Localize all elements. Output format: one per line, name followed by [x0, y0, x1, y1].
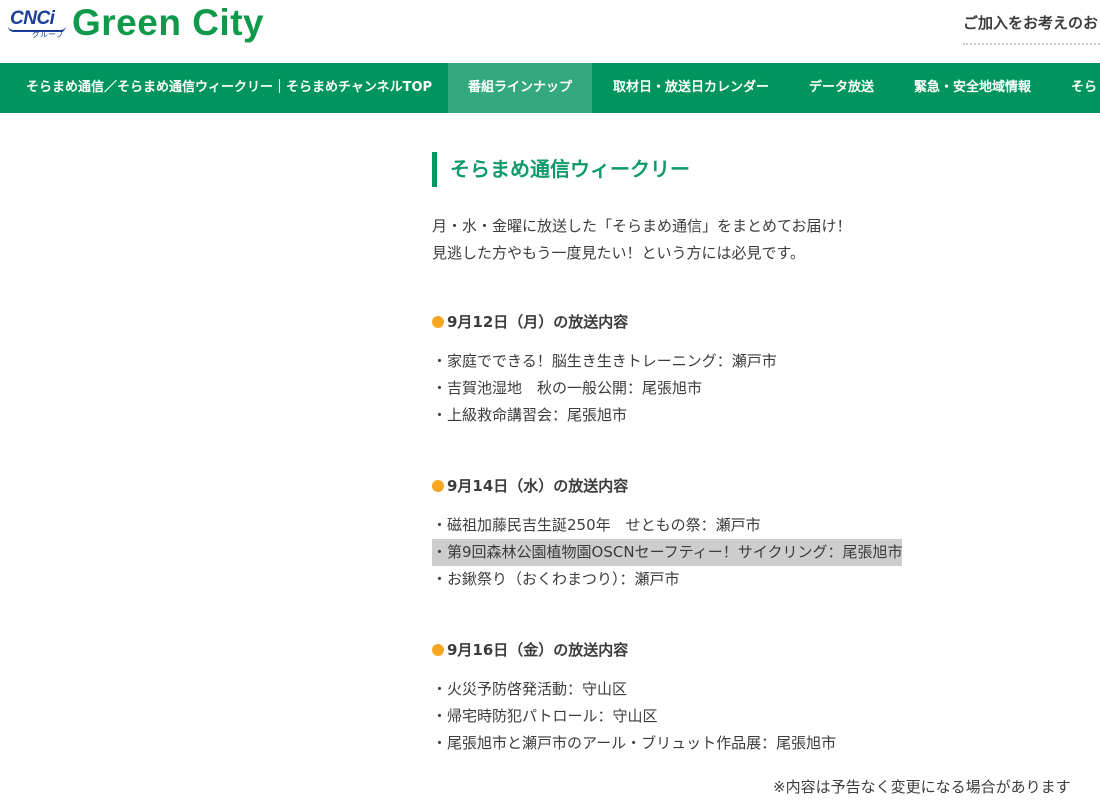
list-item: ・火災予防啓発活動：守山区 [432, 676, 1100, 703]
join-link[interactable]: ご加入をお考えのお [963, 12, 1098, 33]
bullet-dot-icon [432, 480, 444, 492]
main-content: そらまめ通信ウィークリー 月・水・金曜に放送した「そらまめ通信」をまとめてお届け… [432, 152, 1100, 757]
section-title-text: 9月12日（月）の放送内容 [447, 313, 629, 331]
program-list: ・家庭でできる！脳生き生きトレーニング：瀬戸市 ・吉賀池湿地 秋の一般公開：尾張… [432, 348, 1100, 429]
section-title: 9月12日（月）の放送内容 [432, 310, 1100, 334]
page-title: そらまめ通信ウィークリー [432, 152, 1100, 187]
cnci-logo-mark: CNCi グループ [8, 6, 70, 40]
section-title-text: 9月14日（水）の放送内容 [447, 477, 629, 495]
list-item: ・お鍬祭り（おくわまつり）：瀬戸市 [432, 566, 1100, 593]
list-item-text: ・帰宅時防犯パトロール：守山区 [432, 707, 658, 725]
intro-line: 見逃した方やもう一度見たい！という方には必見です。 [432, 244, 806, 262]
section-title-text: 9月16日（金）の放送内容 [447, 641, 629, 659]
program-list: ・磁祖加藤民吉生誕250年 せともの祭：瀬戸市 ・第9回森林公園植物園OSCNセ… [432, 512, 1100, 593]
bullet-dot-icon [432, 316, 444, 328]
broadcast-section-0914: 9月14日（水）の放送内容 ・磁祖加藤民吉生誕250年 せともの祭：瀬戸市 ・第… [432, 474, 1100, 593]
nav-item-calendar[interactable]: 取材日・放送日カレンダー [613, 63, 769, 113]
broadcast-section-0916: 9月16日（金）の放送内容 ・火災予防啓発活動：守山区 ・帰宅時防犯パトロール：… [432, 638, 1100, 757]
section-title: 9月16日（金）の放送内容 [432, 638, 1100, 662]
list-item: ・第9回森林公園植物園OSCNセーフティー！サイクリング：尾張旭市 [432, 539, 1100, 566]
list-item-text: ・上級救命講習会：尾張旭市 [432, 406, 628, 424]
broadcast-section-0912: 9月12日（月）の放送内容 ・家庭でできる！脳生き生きトレーニング：瀬戸市 ・吉… [432, 310, 1100, 429]
intro-text: 月・水・金曜に放送した「そらまめ通信」をまとめてお届け！ 見逃した方やもう一度見… [432, 213, 1100, 267]
list-item-text: ・火災予防啓発活動：守山区 [432, 680, 628, 698]
intro-line: 月・水・金曜に放送した「そらまめ通信」をまとめてお届け！ [432, 217, 852, 235]
nav-item-soramame-top[interactable]: そらまめ通信／そらまめ通信ウィークリー｜そらまめチャンネルTOP [26, 63, 432, 113]
program-list: ・火災予防啓発活動：守山区 ・帰宅時防犯パトロール：守山区 ・尾張旭市と瀬戸市の… [432, 676, 1100, 757]
list-item-text: ・家庭でできる！脳生き生きトレーニング：瀬戸市 [432, 352, 777, 370]
section-title: 9月14日（水）の放送内容 [432, 474, 1100, 498]
list-item-text: ・磁祖加藤民吉生誕250年 せともの祭：瀬戸市 [432, 516, 761, 534]
nav-item-lineup[interactable]: 番組ラインナップ [448, 63, 592, 113]
list-item-text: ・お鍬祭り（おくわまつり）：瀬戸市 [432, 570, 680, 588]
global-nav: そらまめ通信／そらまめ通信ウィークリー｜そらまめチャンネルTOP 番組ラインナッ… [0, 63, 1100, 113]
list-item: ・上級救命講習会：尾張旭市 [432, 402, 1100, 429]
list-item: ・吉賀池湿地 秋の一般公開：尾張旭市 [432, 375, 1100, 402]
nav-item-data-broadcast[interactable]: データ放送 [809, 63, 874, 113]
join-link-underline [963, 43, 1100, 45]
cnci-logo-sub: グループ [32, 30, 64, 39]
nav-item-emergency-info[interactable]: 緊急・安全地域情報 [914, 63, 1031, 113]
list-item-text-selected: ・第9回森林公園植物園OSCNセーフティー！サイクリング：尾張旭市 [432, 539, 903, 566]
bullet-dot-icon [432, 644, 444, 656]
disclaimer-note: ※内容は予告なく変更になる場合があります [773, 778, 1071, 796]
brand-name: Green City [72, 2, 265, 43]
list-item: ・家庭でできる！脳生き生きトレーニング：瀬戸市 [432, 348, 1100, 375]
site-header: CNCi グループ Green City ご加入をお考えのお [0, 0, 1100, 63]
nav-item-sora-partial[interactable]: そら [1071, 63, 1097, 113]
list-item-text: ・吉賀池湿地 秋の一般公開：尾張旭市 [432, 379, 703, 397]
site-logo[interactable]: CNCi グループ Green City [8, 4, 264, 42]
list-item: ・尾張旭市と瀬戸市のアール・ブリュット作品展：尾張旭市 [432, 730, 1100, 757]
list-item-text: ・尾張旭市と瀬戸市のアール・ブリュット作品展：尾張旭市 [432, 734, 837, 752]
list-item: ・磁祖加藤民吉生誕250年 せともの祭：瀬戸市 [432, 512, 1100, 539]
list-item: ・帰宅時防犯パトロール：守山区 [432, 703, 1100, 730]
